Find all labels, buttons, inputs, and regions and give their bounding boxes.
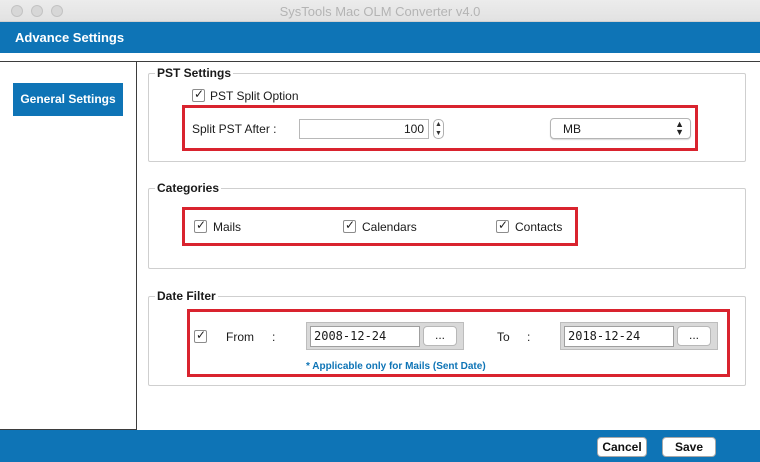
pst-split-option-label: PST Split Option bbox=[210, 89, 299, 103]
split-size-stepper-icon[interactable]: ▲ ▼ bbox=[433, 119, 444, 139]
date-filter-checkbox-icon[interactable] bbox=[194, 328, 207, 343]
date-filter-note: * Applicable only for Mails (Sent Date) bbox=[306, 361, 486, 372]
from-date-input[interactable]: 2008-12-24 bbox=[310, 326, 420, 347]
contacts-checkbox-icon[interactable] bbox=[496, 218, 509, 233]
date-filter-title: Date Filter bbox=[155, 289, 218, 303]
categories-title: Categories bbox=[155, 181, 222, 195]
split-unit-value: MB bbox=[563, 122, 581, 136]
split-size-value: 100 bbox=[403, 122, 424, 136]
sidebar: General Settings bbox=[0, 61, 137, 430]
calendars-label: Calendars bbox=[362, 220, 417, 234]
split-pst-after-label: Split PST After : bbox=[192, 122, 277, 136]
to-colon: : bbox=[527, 330, 531, 344]
split-unit-select[interactable]: MB ▲ ▼ bbox=[550, 118, 691, 139]
header-bar: Advance Settings bbox=[0, 22, 760, 53]
app-window: SysTools Mac OLM Converter v4.0 Advance … bbox=[0, 0, 760, 462]
to-date-browse-button[interactable]: ... bbox=[677, 326, 711, 346]
dropdown-chevron-icon: ▲ ▼ bbox=[675, 119, 684, 137]
split-size-input[interactable]: 100 bbox=[299, 119, 429, 139]
from-colon: : bbox=[272, 330, 276, 344]
mails-checkbox-icon[interactable] bbox=[194, 218, 207, 233]
window-title: SysTools Mac OLM Converter v4.0 bbox=[279, 4, 481, 19]
calendars-checkbox-icon[interactable] bbox=[343, 218, 356, 233]
pst-split-checkbox-icon[interactable] bbox=[192, 87, 205, 102]
sidebar-item-general-settings[interactable]: General Settings bbox=[13, 83, 123, 116]
pst-settings-title: PST Settings bbox=[155, 66, 234, 80]
title-bar: SysTools Mac OLM Converter v4.0 bbox=[0, 0, 760, 22]
mails-label: Mails bbox=[213, 220, 242, 234]
from-label: From bbox=[226, 330, 254, 344]
from-date-browse-button[interactable]: ... bbox=[423, 326, 457, 346]
cancel-button[interactable]: Cancel bbox=[597, 437, 647, 457]
page-title: Advance Settings bbox=[15, 30, 125, 45]
to-date-input[interactable]: 2018-12-24 bbox=[564, 326, 674, 347]
to-label: To bbox=[497, 330, 510, 344]
contacts-label: Contacts bbox=[515, 220, 563, 234]
from-date-picker: 2008-12-24 ... bbox=[306, 322, 464, 350]
save-button[interactable]: Save bbox=[662, 437, 716, 457]
to-date-picker: 2018-12-24 ... bbox=[560, 322, 718, 350]
